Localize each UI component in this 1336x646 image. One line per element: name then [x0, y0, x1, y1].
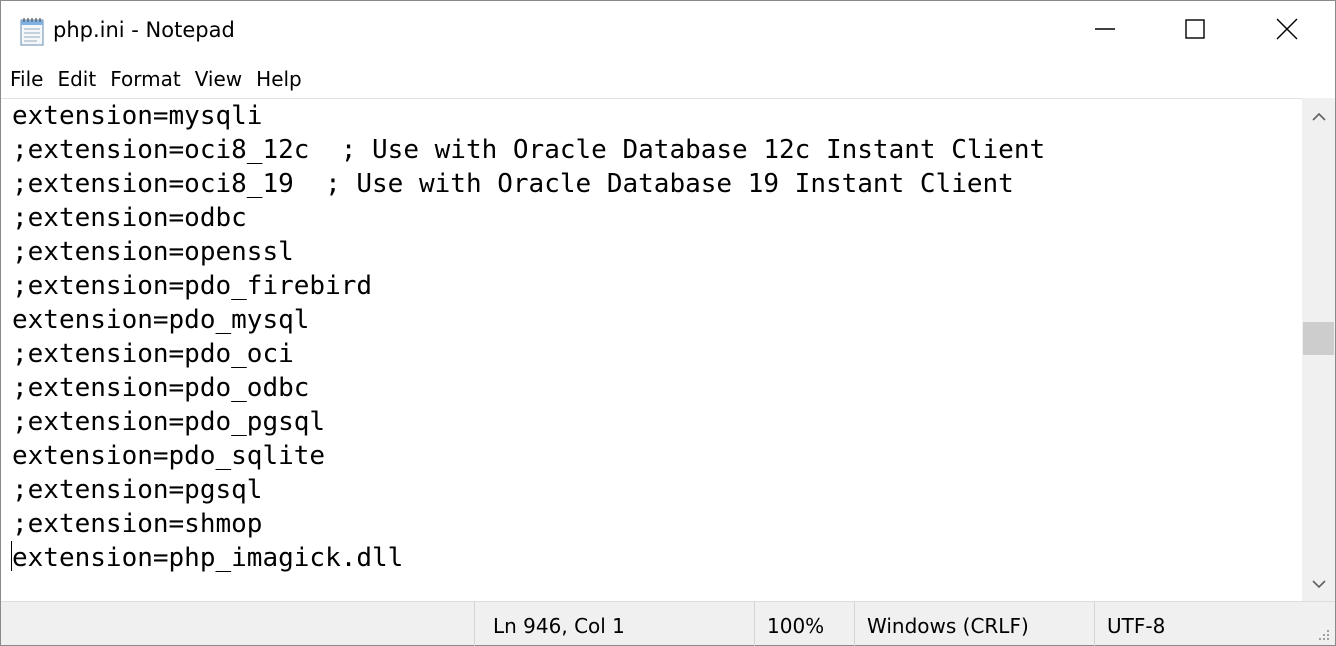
editor-line: ;extension=openssl [12, 237, 294, 267]
scroll-thumb[interactable] [1303, 322, 1334, 355]
menu-help[interactable]: Help [249, 61, 309, 97]
editor-line: ;extension=pgsql [12, 475, 263, 505]
editor-line: ;extension=oci8_12c ; Use with Oracle Da… [12, 135, 1046, 165]
title-bar[interactable]: php.ini - Notepad [1, 1, 1335, 61]
menu-bar: File Edit Format View Help [1, 61, 1335, 97]
window-title: php.ini - Notepad [53, 18, 235, 42]
editor-line: extension=mysqli [12, 101, 263, 131]
text-caret [11, 541, 12, 571]
text-editor[interactable]: extension=mysqli ;extension=oci8_12c ; U… [1, 98, 1302, 601]
menu-format[interactable]: Format [103, 61, 187, 97]
minimize-icon [1094, 18, 1116, 44]
menu-edit[interactable]: Edit [50, 61, 103, 97]
editor-line: ;extension=shmop [12, 509, 263, 539]
scroll-up-button[interactable] [1302, 98, 1335, 134]
resize-grip-icon[interactable] [1315, 626, 1331, 642]
vertical-scrollbar[interactable] [1302, 98, 1335, 601]
close-icon [1276, 18, 1298, 44]
line-endings: Windows (CRLF) [854, 602, 1094, 646]
chevron-up-icon [1311, 107, 1326, 126]
editor-line: ;extension=oci8_19 ; Use with Oracle Dat… [12, 169, 1014, 199]
menu-file[interactable]: File [3, 61, 50, 97]
status-bar: Ln 946, Col 1 100% Windows (CRLF) UTF-8 [1, 601, 1335, 646]
encoding: UTF-8 [1094, 602, 1304, 646]
editor-line: extension=pdo_mysql [12, 305, 310, 335]
editor-line: ;extension=pdo_odbc [12, 373, 310, 403]
editor-line: ;extension=pdo_oci [12, 339, 294, 369]
cursor-position: Ln 946, Col 1 [474, 602, 756, 646]
notepad-window: php.ini - Notepad File Edit Format View … [0, 0, 1336, 646]
editor-line: ;extension=pdo_pgsql [12, 407, 326, 437]
minimize-button[interactable] [1059, 1, 1151, 61]
maximize-button[interactable] [1149, 1, 1241, 61]
close-button[interactable] [1241, 1, 1333, 61]
zoom-level: 100% [754, 602, 854, 646]
editor-line: extension=pdo_sqlite [12, 441, 326, 471]
scroll-down-button[interactable] [1302, 565, 1335, 601]
notepad-icon [17, 15, 47, 47]
maximize-icon [1184, 18, 1206, 44]
chevron-down-icon [1311, 574, 1326, 593]
editor-line: ;extension=odbc [12, 203, 247, 233]
editor-line: ;extension=pdo_firebird [12, 271, 373, 301]
menu-view[interactable]: View [188, 61, 249, 97]
editor-line: extension=php_imagick.dll [12, 543, 404, 573]
